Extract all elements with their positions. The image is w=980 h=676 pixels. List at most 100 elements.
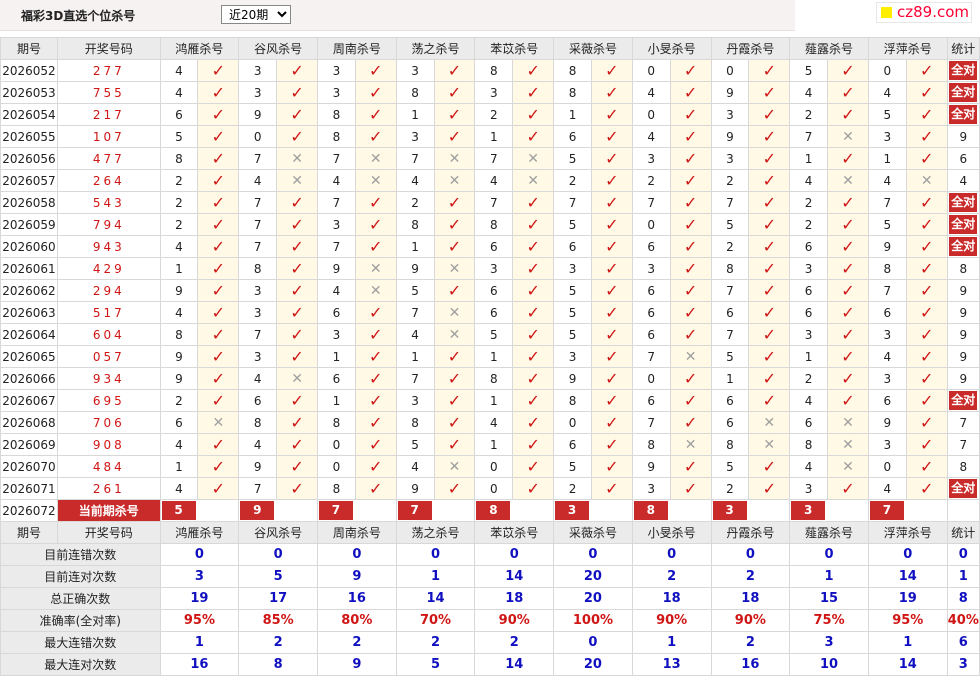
- current-kill-badge: 7: [869, 501, 904, 520]
- kill-number-cell: 4: [867, 345, 907, 368]
- draw-number-cell: 107: [56, 125, 161, 148]
- draw-number-cell: 484: [56, 455, 161, 478]
- stats-value: 0: [789, 543, 869, 566]
- stat-cell: 全对: [946, 81, 980, 104]
- kill-number-cell: 6: [316, 367, 356, 390]
- kill-number-cell: 8: [316, 411, 356, 434]
- check-icon: ✓: [590, 125, 633, 148]
- check-icon: ✓: [276, 257, 318, 280]
- period-cell: 2026064: [0, 323, 58, 346]
- check-icon: ✓: [827, 147, 869, 170]
- check-icon: ✓: [905, 411, 948, 434]
- check-icon: ✓: [276, 411, 318, 434]
- current-kill-cell: 9: [238, 499, 318, 522]
- stats-value: 14: [474, 653, 555, 676]
- check-icon: ✓: [748, 345, 791, 368]
- kill-number-cell: 8: [316, 477, 356, 500]
- stats-value: 14: [395, 587, 476, 610]
- check-icon: ✓: [827, 81, 869, 104]
- stats-value: 5: [238, 565, 318, 588]
- check-icon: ✓: [354, 433, 397, 456]
- kill-number-cell: 3: [316, 323, 356, 346]
- check-icon: ✓: [590, 367, 633, 390]
- check-icon: ✓: [669, 257, 712, 280]
- check-icon: ✓: [512, 455, 555, 478]
- stat-cell: 全对: [946, 235, 980, 258]
- current-kill-cell: 3: [710, 499, 791, 522]
- logo-text: cz89.com: [897, 3, 970, 21]
- kill-number-cell: 7: [789, 125, 829, 148]
- stat-cell: 8: [946, 455, 980, 478]
- kill-number-cell: 3: [316, 81, 356, 104]
- kill-number-cell: 9: [553, 367, 592, 390]
- stats-value: 9: [316, 653, 397, 676]
- kill-number-cell: 0: [474, 477, 514, 500]
- kill-number-cell: 4: [789, 81, 829, 104]
- kill-number-cell: 8: [474, 367, 514, 390]
- kill-number-cell: 6: [867, 301, 907, 324]
- kill-number-table: 期号 开奖号码 鸿雁杀号 谷风杀号 周南杀号 荡之杀号 苯苡杀号 采薇杀号 小旻杀号 丹霞杀号 薤露…: [0, 37, 980, 676]
- check-icon: ✓: [276, 213, 318, 236]
- site-logo[interactable]: cz89.com: [876, 2, 973, 23]
- kill-number-cell: 5: [553, 323, 592, 346]
- draw-number-cell: 755: [56, 81, 161, 104]
- check-icon: ✓: [905, 125, 948, 148]
- kill-number-cell: 6: [553, 235, 592, 258]
- check-icon: ✓: [905, 59, 948, 82]
- check-icon: ✓: [669, 169, 712, 192]
- kill-number-cell: 6: [789, 301, 829, 324]
- kill-number-cell: 6: [474, 235, 514, 258]
- header-expert: 采薇杀号: [553, 37, 633, 60]
- cross-icon: ✕: [276, 147, 318, 170]
- kill-number-cell: 3: [316, 59, 356, 82]
- cross-icon: ✕: [354, 279, 397, 302]
- check-icon: ✓: [512, 279, 555, 302]
- check-icon: ✓: [433, 411, 476, 434]
- check-icon: ✓: [197, 345, 240, 368]
- header-number: 开奖号码: [56, 37, 161, 60]
- kill-number-cell: 3: [710, 147, 750, 170]
- current-kill-cell: 5: [159, 499, 240, 522]
- all-correct-badge: 全对: [949, 83, 978, 102]
- check-icon: ✓: [827, 279, 869, 302]
- kill-number-cell: 6: [474, 301, 514, 324]
- check-icon: ✓: [590, 103, 633, 126]
- kill-number-cell: 7: [316, 235, 356, 258]
- kill-number-cell: 9: [316, 257, 356, 280]
- draw-number-cell: 908: [56, 433, 161, 456]
- kill-number-cell: 5: [867, 103, 907, 126]
- header-expert: 鸿雁杀号: [159, 521, 240, 544]
- check-icon: ✓: [590, 279, 633, 302]
- kill-number-cell: 7: [710, 191, 750, 214]
- kill-number-cell: 6: [867, 389, 907, 412]
- check-icon: ✓: [669, 235, 712, 258]
- kill-number-cell: 7: [553, 191, 592, 214]
- stats-value: 19: [867, 587, 948, 610]
- cross-icon: ✕: [354, 147, 397, 170]
- cross-icon: ✕: [433, 257, 476, 280]
- kill-number-cell: 9: [238, 455, 278, 478]
- kill-number-cell: 2: [553, 477, 592, 500]
- check-icon: ✓: [512, 81, 555, 104]
- kill-number-cell: 0: [631, 103, 671, 126]
- kill-number-cell: 6: [238, 389, 278, 412]
- stats-value: 85%: [238, 609, 318, 632]
- cross-icon: ✕: [512, 169, 555, 192]
- check-icon: ✓: [354, 191, 397, 214]
- check-icon: ✓: [590, 257, 633, 280]
- draw-number-cell: 429: [56, 257, 161, 280]
- kill-number-cell: 4: [159, 477, 199, 500]
- table-row: 2026054 217 6 ✓ 9 ✓ 8 ✓ 1 ✓ 2 ✓ 1 ✓ 0 ✓ 3 ✓ 2 ✓ 5 ✓ 全对: [0, 103, 980, 126]
- kill-number-cell: 8: [159, 323, 199, 346]
- kill-number-cell: 8: [710, 257, 750, 280]
- check-icon: ✓: [197, 455, 240, 478]
- check-icon: ✓: [197, 477, 240, 500]
- current-kill-badge: 8: [633, 501, 668, 520]
- check-icon: ✓: [276, 477, 318, 500]
- period-range-select[interactable]: 近20期: [221, 5, 291, 24]
- check-icon: ✓: [354, 455, 397, 478]
- stat-cell: 9: [946, 323, 980, 346]
- check-icon: ✓: [354, 103, 397, 126]
- kill-number-cell: 6: [474, 279, 514, 302]
- all-correct-badge: 全对: [949, 215, 978, 234]
